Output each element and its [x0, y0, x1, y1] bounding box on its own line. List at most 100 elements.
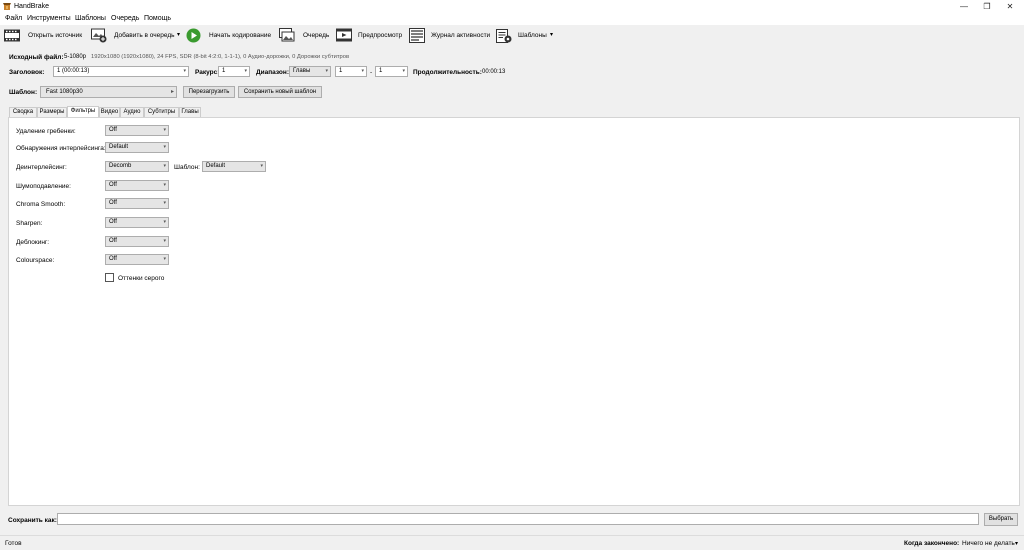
title-label: Заголовок:: [9, 69, 45, 76]
tab-video[interactable]: Видео: [99, 107, 120, 117]
chevron-down-icon: ▾: [402, 68, 405, 74]
range-type-value: Главы: [293, 68, 311, 74]
preview-icon: [336, 28, 352, 42]
chevron-down-icon: ▾: [163, 200, 166, 206]
menu-help[interactable]: Помощь: [144, 15, 171, 22]
tab-chapters[interactable]: Главы: [179, 107, 201, 117]
menu-queue[interactable]: Очередь: [111, 15, 139, 22]
browse-button[interactable]: Выбрать: [984, 513, 1018, 526]
tab-summary[interactable]: Сводка: [9, 107, 37, 117]
deinterlace-value: Decomb: [109, 163, 132, 169]
deinterlace-select[interactable]: Decomb ▾: [105, 161, 169, 172]
chevron-down-icon: ▾: [163, 238, 166, 244]
range-to-value: 1: [379, 68, 383, 74]
tab-subtitles[interactable]: Субтитры: [144, 107, 179, 117]
handbrake-logo-icon: [3, 3, 11, 10]
interlace-detection-select[interactable]: Default ▾: [105, 142, 169, 153]
activity-log-icon: [409, 28, 425, 43]
colourspace-select[interactable]: Off ▾: [105, 254, 169, 265]
presets-button[interactable]: Шаблоны: [518, 32, 547, 39]
menu-presets[interactable]: Шаблоны: [75, 15, 106, 22]
grayscale-label: Оттенки серого: [118, 275, 165, 282]
status-bar: Готов Когда закончено: Ничего не делать …: [0, 535, 1024, 550]
open-source-button[interactable]: Открыть источник: [28, 32, 82, 39]
chroma-smooth-label: Chroma Smooth:: [16, 201, 66, 208]
title-select-value: 1 (00:00:13): [57, 68, 90, 74]
save-path-input[interactable]: [57, 513, 979, 525]
deinterlace-preset-label: Шаблон:: [174, 164, 200, 171]
presets-dropdown-icon[interactable]: ▾: [550, 31, 553, 38]
angle-select[interactable]: 1 ▾: [218, 66, 250, 77]
chevron-down-icon: ▾: [163, 219, 166, 225]
angle-select-value: 1: [222, 68, 226, 74]
chevron-down-icon: ▾: [361, 68, 364, 74]
angle-label: Ракурс:: [195, 69, 220, 76]
add-to-queue-button[interactable]: Добавить в очередь: [114, 32, 175, 39]
denoise-label: Шумоподавление:: [16, 183, 71, 190]
deinterlace-preset-select[interactable]: Default ▾: [202, 161, 266, 172]
chevron-down-icon: ▾: [163, 182, 166, 188]
deblock-value: Off: [109, 238, 117, 244]
chevron-right-icon: ▸: [170, 89, 174, 95]
presets-icon: [496, 29, 512, 43]
chevron-down-icon: ▾: [163, 144, 166, 150]
sharpen-label: Sharpen:: [16, 220, 43, 227]
deblock-label: Деблокинг:: [16, 239, 50, 246]
deinterlace-label: Деинтерлейсинг:: [16, 164, 67, 171]
source-name: 5-1080p: [64, 54, 87, 60]
menu-bar: Файл Инструменты Шаблоны Очередь Помощь: [0, 13, 1024, 25]
source-label: Исходный файл:: [9, 54, 64, 61]
range-label: Диапазон:: [256, 69, 289, 76]
sharpen-value: Off: [109, 219, 117, 225]
close-button[interactable]: ✕: [996, 0, 1024, 13]
queue-icon: [279, 28, 295, 42]
queue-button[interactable]: Очередь: [303, 32, 329, 39]
start-encode-button[interactable]: Начать кодирование: [209, 32, 271, 39]
interlace-detection-value: Default: [109, 144, 129, 150]
window-title: HandBrake: [14, 3, 50, 10]
menu-tools[interactable]: Инструменты: [27, 15, 71, 22]
add-to-queue-dropdown-icon[interactable]: ▾: [177, 31, 180, 38]
range-type-select[interactable]: Главы ▾: [289, 66, 331, 77]
chevron-down-icon: ▾: [244, 68, 247, 74]
range-from-select[interactable]: 1 ▾: [335, 66, 367, 77]
grayscale-checkbox[interactable]: [105, 273, 114, 282]
denoise-select[interactable]: Off ▾: [105, 180, 169, 191]
deinterlace-preset-value: Default: [206, 163, 226, 169]
chevron-down-icon: ▾: [163, 163, 166, 169]
when-done-select[interactable]: Ничего не делать: [962, 540, 1015, 547]
range-from-value: 1: [339, 68, 343, 74]
range-separator: -: [370, 69, 373, 76]
chevron-down-icon: ▾: [325, 68, 328, 74]
range-to-select[interactable]: 1 ▾: [375, 66, 408, 77]
chevron-down-icon: ▾: [183, 68, 186, 74]
duration-value: 00:00:13: [482, 69, 506, 75]
sharpen-select[interactable]: Off ▾: [105, 217, 169, 228]
chroma-smooth-select[interactable]: Off ▾: [105, 198, 169, 209]
chevron-down-icon: ▾: [163, 127, 166, 133]
start-encode-icon: [186, 28, 201, 43]
tab-dimensions[interactable]: Размеры: [37, 107, 67, 117]
reload-preset-button[interactable]: Перезагрузить: [183, 86, 235, 98]
toolbar: Открыть источник Добавить в очередь ▾ На…: [0, 25, 1024, 47]
tab-filters[interactable]: Фильтры: [67, 106, 99, 117]
save-new-preset-button[interactable]: Сохранить новый шаблон: [238, 86, 322, 98]
chevron-down-icon: ▾: [260, 163, 263, 169]
filters-panel: [8, 117, 1020, 506]
preset-label: Шаблон:: [9, 89, 38, 96]
preview-button[interactable]: Предпросмотр: [358, 32, 402, 39]
detelecine-select[interactable]: Off ▾: [105, 125, 169, 136]
interlace-detection-label: Обнаружения интерлейсинга:: [16, 145, 106, 152]
title-select[interactable]: 1 (00:00:13) ▾: [53, 66, 189, 77]
save-bar: Сохранить как: Выбрать: [0, 508, 1024, 532]
deblock-select[interactable]: Off ▾: [105, 236, 169, 247]
colourspace-label: Colourspace:: [16, 257, 55, 264]
preset-selector[interactable]: Fast 1080p30 ▸: [40, 86, 177, 98]
activity-log-button[interactable]: Журнал активности: [431, 32, 490, 39]
when-done-dropdown-icon[interactable]: ▾: [1015, 540, 1018, 547]
save-as-label: Сохранить как:: [8, 517, 57, 524]
tab-audio[interactable]: Аудио: [120, 107, 144, 117]
menu-file[interactable]: Файл: [5, 15, 22, 22]
when-done-label: Когда закончено:: [904, 540, 960, 547]
chroma-smooth-value: Off: [109, 200, 117, 206]
